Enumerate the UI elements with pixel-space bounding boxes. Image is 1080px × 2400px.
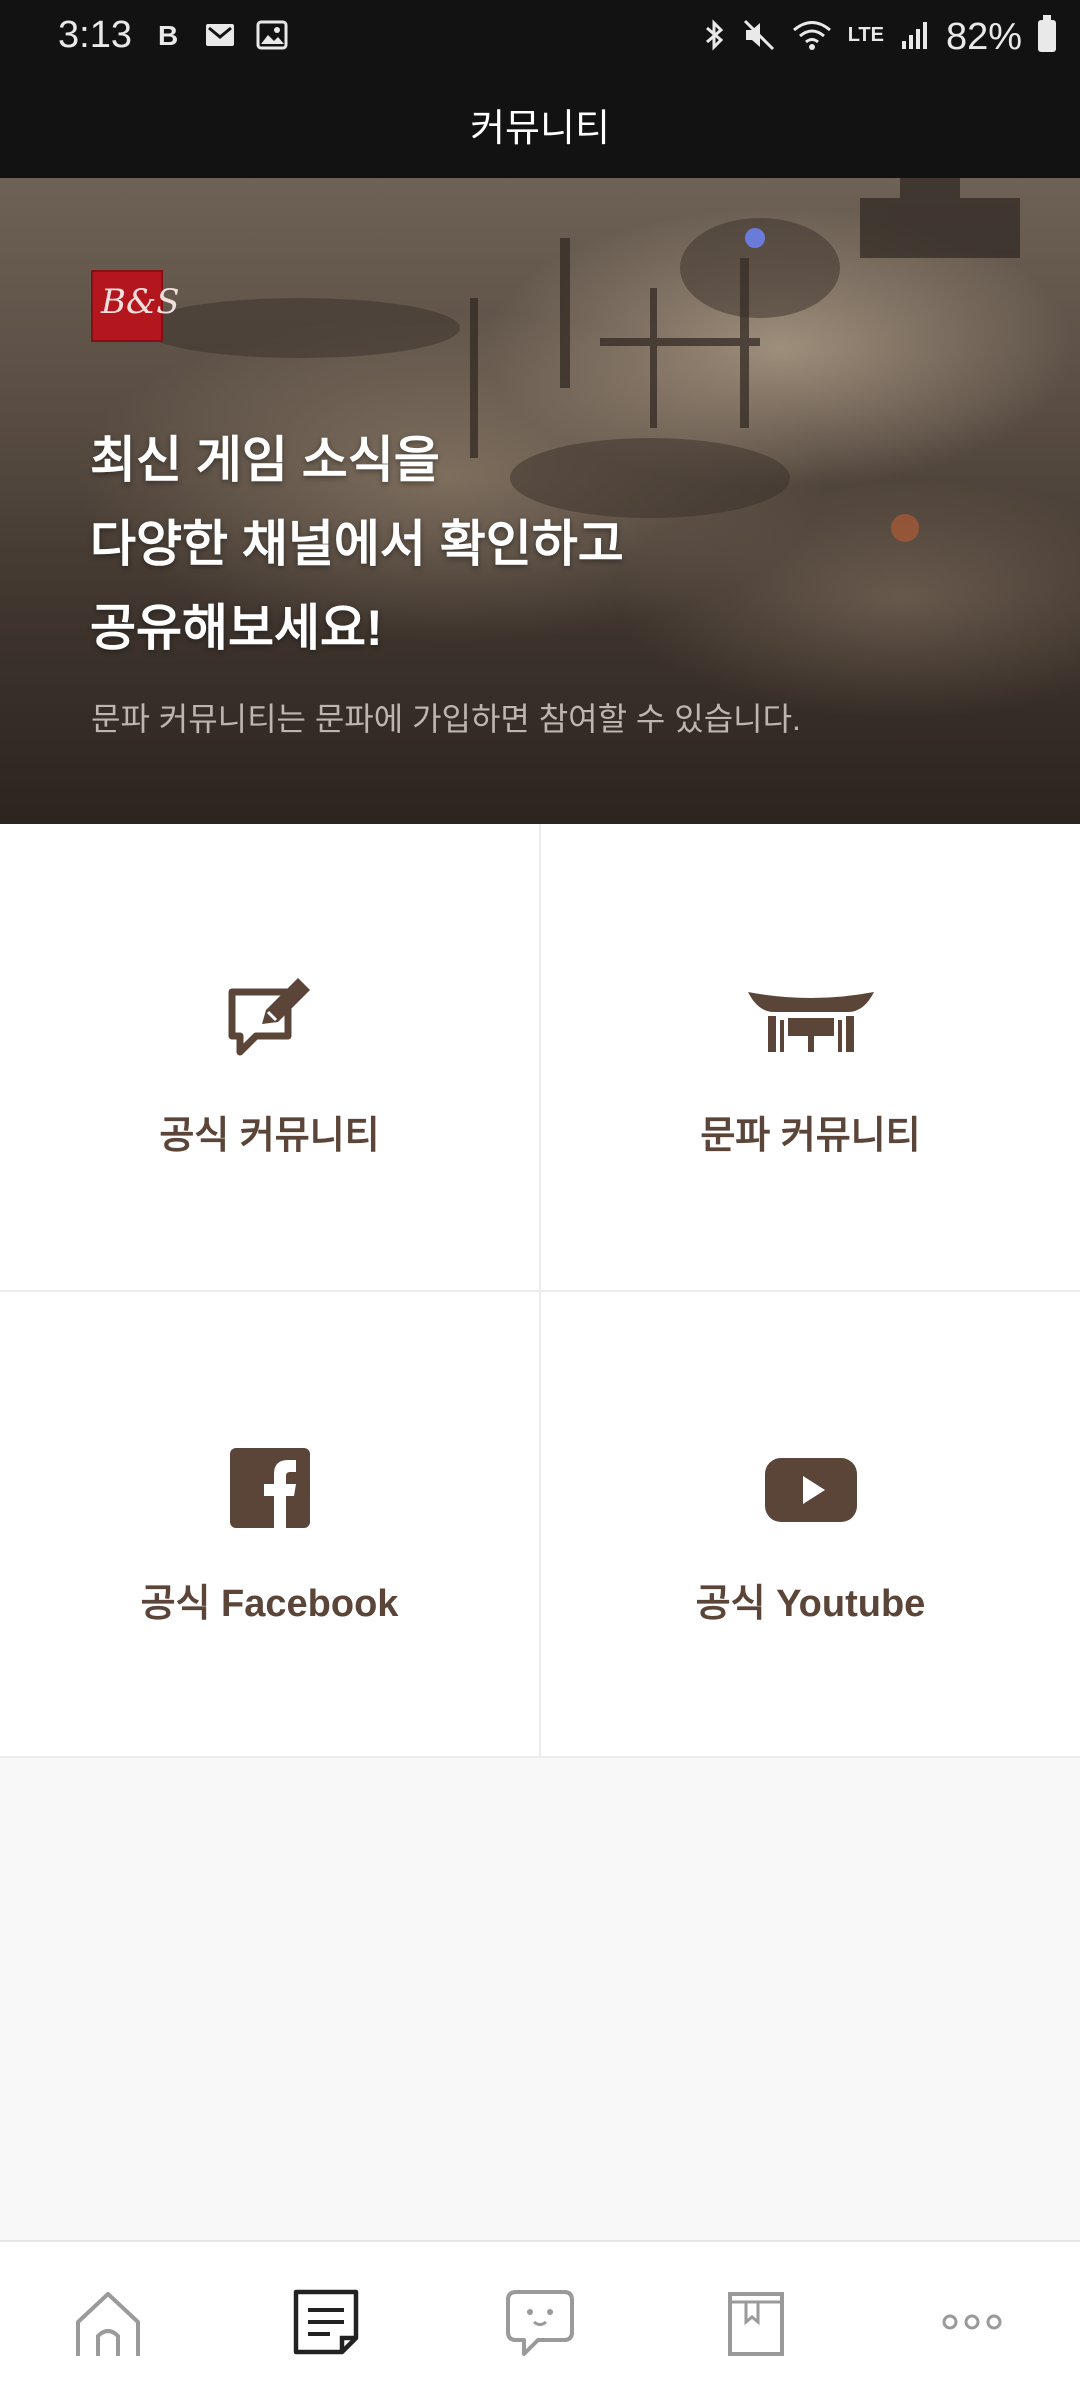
nav-board[interactable] (276, 2272, 376, 2372)
guild-community-label: 문파 커뮤니티 (700, 1115, 921, 1157)
hero-headline-line-3: 공유해보세요! (90, 600, 383, 656)
wifi-icon (792, 21, 831, 50)
hero-headline-line-1: 최신 게임 소식을 (90, 432, 440, 488)
guild-community-button[interactable]: 문파 커뮤니티 (541, 824, 1080, 1290)
grid-divider-bottom (0, 1756, 1080, 1758)
official-facebook-label: 공식 Facebook (140, 1583, 399, 1625)
status-time: 3:13 (58, 14, 132, 56)
gate-icon (747, 992, 874, 1052)
mute-icon (743, 19, 774, 51)
lte-icon: LTE (847, 24, 884, 46)
community-grid: 공식 커뮤니티 문파 커뮤니티 공식 Facebook 공식 Youtube (0, 824, 1080, 1758)
official-facebook-button[interactable]: 공식 Facebook (0, 1292, 539, 1758)
battery-icon (1038, 15, 1056, 52)
hero-banner: B&S 최신 게임 소식을 다양한 채널에서 확인하고 공유해보세요! 문파 커… (0, 178, 1080, 824)
hero-headline-line-2: 다양한 채널에서 확인하고 (90, 516, 624, 572)
signal-icon (902, 22, 927, 49)
facebook-icon (229, 1448, 310, 1528)
grid-divider-horizontal (0, 1290, 1080, 1292)
official-community-button[interactable]: 공식 커뮤니티 (0, 824, 539, 1290)
nav-book[interactable] (706, 2272, 806, 2372)
notification-icons: B (154, 20, 288, 50)
battery-level: 82% (945, 16, 1022, 58)
app-header: 커뮤니티 (0, 80, 1080, 178)
book-icon (728, 2292, 784, 2356)
mail-icon (206, 24, 234, 46)
system-icons: LTE (704, 18, 930, 52)
bluetooth-icon (705, 19, 723, 51)
hero-headline: 최신 게임 소식을 다양한 채널에서 확인하고 공유해보세요! (90, 418, 890, 670)
bottom-navigation (0, 2240, 1080, 2400)
nav-more[interactable] (922, 2272, 1022, 2372)
more-icon (942, 2314, 1002, 2330)
official-community-label: 공식 커뮤니티 (159, 1115, 380, 1157)
image-icon (256, 20, 288, 50)
official-youtube-button[interactable]: 공식 Youtube (541, 1292, 1080, 1758)
page-title: 커뮤니티 (470, 108, 610, 150)
board-icon (293, 2289, 359, 2355)
official-youtube-label: 공식 Youtube (695, 1583, 926, 1625)
nav-home[interactable] (58, 2272, 158, 2372)
nav-chat[interactable] (490, 2272, 590, 2372)
game-logo: B&S (91, 270, 180, 342)
status-bar: 3:13 B LTE 82% (0, 0, 1080, 80)
home-icon (76, 2292, 140, 2356)
chat-icon (506, 2290, 574, 2356)
b-icon: B (158, 20, 178, 50)
svg-text:B: B (158, 20, 178, 50)
youtube-icon (764, 1458, 857, 1522)
edit-chat-icon (228, 978, 310, 1056)
hero-subtext: 문파 커뮤니티는 문파에 가입하면 참여할 수 있습니다. (91, 701, 801, 737)
